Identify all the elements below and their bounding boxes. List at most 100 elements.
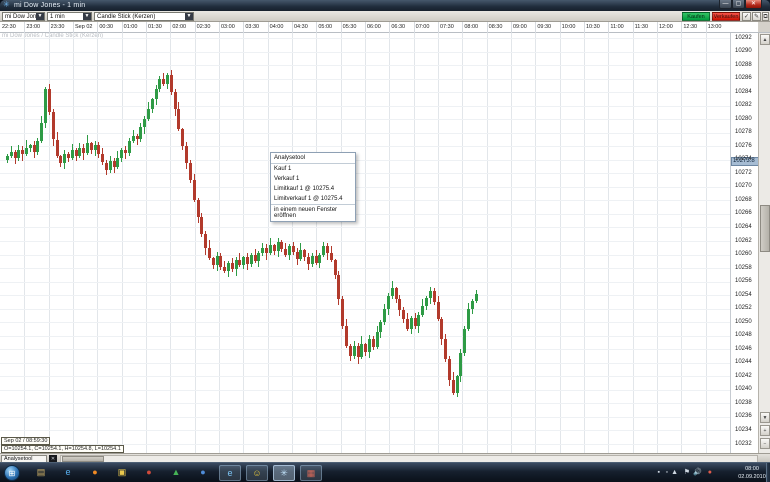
candle bbox=[44, 89, 47, 123]
time-axis-tick bbox=[24, 22, 25, 33]
blue-app-icon[interactable]: ● bbox=[192, 465, 214, 481]
time-axis-tick bbox=[73, 22, 74, 33]
chart-plot-area[interactable]: mi Dow Jones / Candle Stick (Kerzen) Ana… bbox=[0, 33, 730, 453]
time-axis-label: 10:30 bbox=[586, 24, 600, 30]
close-button[interactable]: ✕ bbox=[745, 0, 762, 9]
folder-icon[interactable]: ▣ bbox=[111, 465, 133, 481]
candle bbox=[284, 249, 287, 254]
horizontal-scrollbar[interactable] bbox=[60, 455, 758, 462]
candle bbox=[292, 246, 295, 251]
chart-type-select[interactable]: Candle Stick (Kerzen) ▼ bbox=[94, 12, 194, 21]
chevron-down-icon[interactable]: ▼ bbox=[36, 13, 44, 20]
candle bbox=[246, 257, 249, 264]
time-axis-tick bbox=[341, 22, 342, 33]
candle bbox=[391, 288, 394, 296]
gridline-horizontal bbox=[0, 119, 730, 120]
explorer-icon[interactable]: ▤ bbox=[30, 465, 52, 481]
time-axis-tick bbox=[487, 22, 488, 33]
candle bbox=[56, 140, 59, 157]
time-axis-tick bbox=[316, 22, 317, 33]
price-axis-label: 10250 bbox=[735, 319, 752, 326]
gridline-horizontal bbox=[0, 227, 730, 228]
candle bbox=[444, 339, 447, 359]
price-axis-label: 10252 bbox=[735, 305, 752, 312]
edit-icon[interactable]: ✎ bbox=[752, 12, 761, 21]
media-player-icon[interactable]: ● bbox=[84, 465, 106, 481]
internet-explorer-active-icon[interactable]: e bbox=[219, 465, 241, 481]
new-window-icon[interactable]: ⧉ bbox=[762, 12, 769, 21]
maximize-button[interactable]: ▢ bbox=[732, 0, 745, 9]
price-axis-label: 10234 bbox=[735, 427, 752, 434]
green-app-icon[interactable]: ▲ bbox=[165, 465, 187, 481]
candle bbox=[208, 248, 211, 258]
price-axis-label: 10260 bbox=[735, 251, 752, 258]
price-axis: 10273.8 10292102901028810286102841028210… bbox=[730, 33, 758, 453]
show-desktop-button[interactable] bbox=[766, 463, 770, 482]
hidden-icons-arrow-icon[interactable]: ▲ bbox=[671, 469, 678, 477]
time-axis-tick bbox=[438, 22, 439, 33]
gridline-horizontal bbox=[0, 417, 730, 418]
time-axis-tick bbox=[535, 22, 536, 33]
candle bbox=[231, 263, 234, 270]
candle bbox=[410, 318, 413, 329]
winamp-icon[interactable]: ● bbox=[138, 465, 160, 481]
gridline-horizontal bbox=[0, 133, 730, 134]
context-menu-item[interactable]: Limitkauf 1 @ 10275.4 bbox=[271, 184, 355, 194]
candle bbox=[227, 263, 230, 272]
price-axis-label: 10290 bbox=[735, 48, 752, 55]
zoom-out-icon[interactable]: − bbox=[760, 438, 770, 449]
context-menu-open-new-window[interactable]: in einem neuen Fenster eröffnen bbox=[271, 204, 355, 221]
scroll-up-icon[interactable]: ▲ bbox=[760, 34, 770, 45]
vertical-scrollbar[interactable]: ▲ ▼ + − bbox=[758, 33, 770, 453]
context-menu-item[interactable]: Limitverkauf 1 @ 10275.4 bbox=[271, 194, 355, 204]
tray-alert-icon[interactable]: ● bbox=[708, 469, 712, 477]
scroll-down-icon[interactable]: ▼ bbox=[760, 412, 770, 423]
vertical-scrollbar-thumb[interactable] bbox=[760, 205, 770, 252]
tray-app-icon[interactable]: ▫ bbox=[666, 469, 668, 477]
confirm-dropdown-icon[interactable]: ✓ bbox=[742, 12, 751, 21]
titlebar[interactable]: ✳ mi Dow Jones - 1 min — ▢ ✕ bbox=[0, 0, 770, 11]
internet-explorer-icon[interactable]: e bbox=[57, 465, 79, 481]
candle bbox=[162, 79, 165, 84]
candle bbox=[459, 353, 462, 377]
context-menu-item[interactable]: Kauf 1 bbox=[271, 164, 355, 174]
price-axis-label: 10282 bbox=[735, 102, 752, 109]
symbol-select[interactable]: mi Dow Jones ▼ bbox=[2, 12, 45, 21]
candle bbox=[21, 150, 24, 155]
time-axis-label: 02:00 bbox=[172, 24, 186, 30]
volume-icon[interactable]: 🔊 bbox=[693, 469, 702, 477]
candle bbox=[97, 145, 100, 154]
action-center-flag-icon[interactable]: ⚑ bbox=[684, 469, 690, 477]
gridline-horizontal bbox=[0, 38, 730, 39]
gridline-horizontal bbox=[0, 146, 730, 147]
gridline-horizontal bbox=[0, 106, 730, 107]
chevron-down-icon[interactable]: ▼ bbox=[83, 13, 91, 20]
sell-button[interactable]: Verkaufen bbox=[712, 12, 740, 21]
tray-app-icon[interactable]: ▪ bbox=[658, 469, 660, 477]
taskbar-clock[interactable]: 08:00 02.09.2010 bbox=[738, 465, 766, 481]
candle bbox=[139, 127, 142, 139]
buy-button[interactable]: Kaufen bbox=[682, 12, 710, 21]
candle bbox=[417, 315, 420, 326]
start-button[interactable]: ⊞ bbox=[4, 465, 20, 481]
tab-analysetool[interactable]: Analysetool bbox=[1, 455, 47, 462]
tab-close-icon[interactable]: ✕ bbox=[49, 455, 57, 462]
candle bbox=[437, 302, 440, 319]
trading-app-icon[interactable]: ✳ bbox=[273, 465, 295, 481]
zoom-in-icon[interactable]: + bbox=[760, 425, 770, 436]
bottom-tab-bar: Analysetool ✕ bbox=[0, 453, 770, 462]
candle bbox=[257, 253, 260, 261]
desktop: ✳ mi Dow Jones - 1 min — ▢ ✕ mi Dow Jone… bbox=[0, 0, 770, 482]
candle bbox=[357, 346, 360, 358]
time-axis-label: 06:00 bbox=[367, 24, 381, 30]
context-menu-item[interactable]: Verkauf 1 bbox=[271, 174, 355, 184]
messenger-icon[interactable]: ☺ bbox=[246, 465, 268, 481]
candle bbox=[17, 150, 20, 159]
interval-select[interactable]: 1 min ▼ bbox=[47, 12, 92, 21]
time-axis-tick bbox=[681, 22, 682, 33]
chevron-down-icon[interactable]: ▼ bbox=[185, 13, 193, 20]
minimize-button[interactable]: — bbox=[719, 0, 732, 9]
candle bbox=[10, 152, 13, 157]
red-app-icon[interactable]: ▦ bbox=[300, 465, 322, 481]
axis-corner bbox=[758, 22, 770, 33]
